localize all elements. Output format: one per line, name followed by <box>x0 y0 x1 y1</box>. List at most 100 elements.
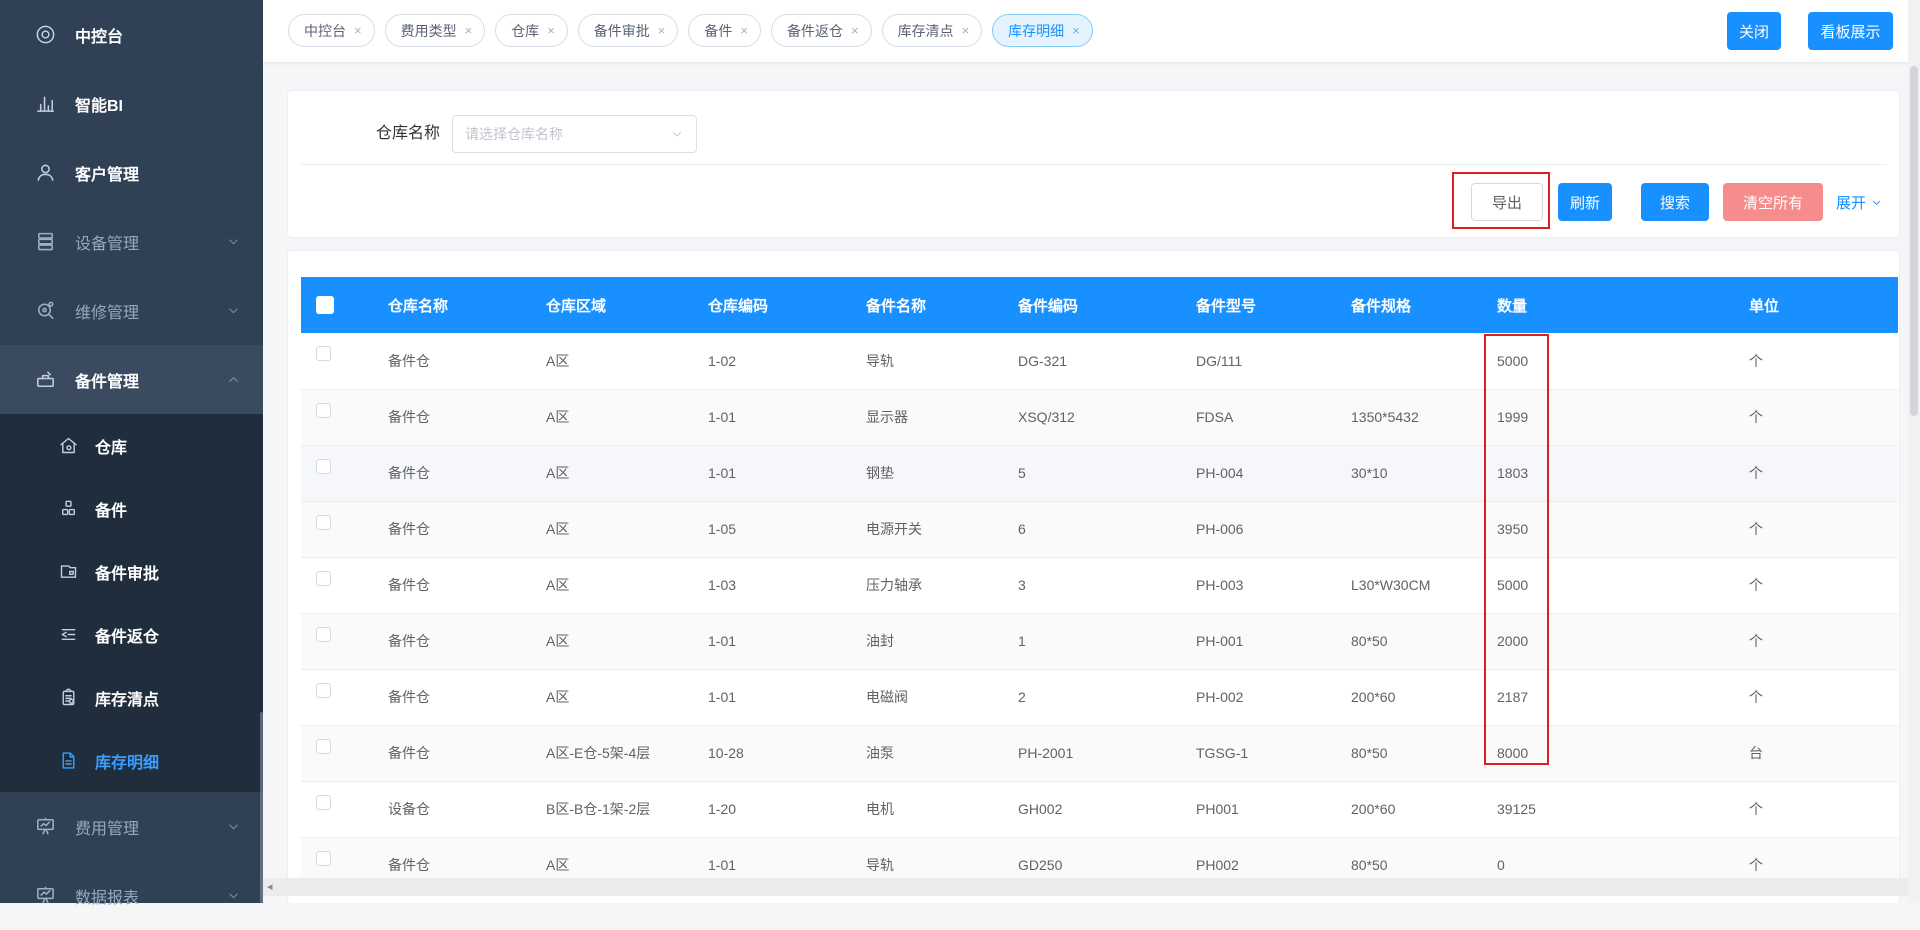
column-header: 备件规格 <box>1336 277 1482 333</box>
horizontal-scrollbar[interactable]: ◂ ▸ <box>263 878 1920 896</box>
tab-close-icon[interactable]: × <box>851 23 859 38</box>
divider <box>300 164 1887 165</box>
sidebar-item-warehouse[interactable]: 仓库 <box>0 414 263 477</box>
table-cell: 1 <box>1003 613 1181 670</box>
warehouse-select[interactable]: 请选择仓库名称 <box>452 115 697 153</box>
tab-warehouse[interactable]: 仓库 × <box>495 14 568 47</box>
tab-close-icon[interactable]: × <box>740 23 748 38</box>
sidebar-scrollbar[interactable] <box>260 712 263 903</box>
column-header: 备件型号 <box>1181 277 1336 333</box>
tab-console[interactable]: 中控台 × <box>288 14 375 47</box>
sidebar-item-stocktake[interactable]: 库存清点 <box>0 666 263 729</box>
sidebar-item-inventory-detail[interactable]: 库存明细 <box>0 729 263 792</box>
sidebar-item-smart-bi[interactable]: 智能BI <box>0 69 263 138</box>
table-cell: 1-05 <box>693 501 851 558</box>
sidebar-item-devices[interactable]: 设备管理 <box>0 207 263 276</box>
table-cell: 5000 <box>1482 333 1734 390</box>
tab-label: 费用类型 <box>400 22 457 39</box>
tab-close-icon[interactable]: × <box>658 23 666 38</box>
table-cell: 备件仓 <box>373 333 531 390</box>
row-checkbox[interactable] <box>316 850 331 866</box>
tab-parts[interactable]: 备件 × <box>688 14 761 47</box>
clear-all-button[interactable]: 清空所有 <box>1723 183 1823 221</box>
refresh-button[interactable]: 刷新 <box>1558 183 1612 221</box>
table-cell: PH-001 <box>1181 613 1336 670</box>
table-cell <box>1336 333 1482 390</box>
sidebar-item-maintenance[interactable]: 维修管理 <box>0 276 263 345</box>
table-cell: FDSA <box>1181 389 1336 446</box>
table-row: 备件仓 A区 1-05 电源开关 6 PH-006 3950 个 <box>301 501 1898 558</box>
table-cell: 6 <box>1003 501 1181 558</box>
table-cell: 个 <box>1734 501 1898 558</box>
search-button[interactable]: 搜索 <box>1641 183 1709 221</box>
row-checkbox[interactable] <box>316 626 331 642</box>
table-cell: 个 <box>1734 557 1898 614</box>
tab-close-icon[interactable]: × <box>547 23 555 38</box>
sidebar-item-expense[interactable]: 费用管理 <box>0 792 263 861</box>
tab-parts-return[interactable]: 备件返仓 × <box>770 14 872 47</box>
row-checkbox[interactable] <box>316 402 331 418</box>
maintenance-icon <box>38 301 54 319</box>
chevron-up-icon <box>229 377 238 382</box>
row-checkbox[interactable] <box>316 570 331 586</box>
tab-stocktake[interactable]: 库存清点 × <box>881 14 983 47</box>
column-header: 备件编码 <box>1003 277 1181 333</box>
table-cell: DG-321 <box>1003 333 1181 390</box>
sidebar-item-parts-return[interactable]: 备件返仓 <box>0 603 263 666</box>
approval-icon <box>60 565 77 578</box>
sidebar-item-parts-approval[interactable]: 备件审批 <box>0 540 263 603</box>
board-display-button[interactable]: 看板展示 <box>1808 12 1893 50</box>
vertical-scrollbar-thumb[interactable] <box>1910 66 1918 416</box>
table-cell: 200*60 <box>1336 669 1482 726</box>
tab-close-icon[interactable]: × <box>962 23 970 38</box>
expense-icon <box>37 817 54 835</box>
tab-expense-type[interactable]: 费用类型 × <box>384 14 486 47</box>
sidebar-item-console[interactable]: 中控台 <box>0 0 263 69</box>
table-cell: 1-01 <box>693 669 851 726</box>
chevron-down-icon <box>1872 200 1881 205</box>
tab-close-icon[interactable]: × <box>465 23 473 38</box>
row-checkbox[interactable] <box>316 682 331 698</box>
table-cell: 80*50 <box>1336 613 1482 670</box>
expand-link[interactable]: 展开 <box>1836 183 1883 221</box>
close-button[interactable]: 关闭 <box>1727 12 1781 50</box>
table-cell: 5 <box>1003 445 1181 502</box>
table-cell: 显示器 <box>851 389 1003 446</box>
row-checkbox[interactable] <box>316 346 331 362</box>
scroll-left-icon[interactable]: ◂ <box>267 881 273 893</box>
tab-close-icon[interactable]: × <box>1072 23 1080 38</box>
tab-close-icon[interactable]: × <box>354 23 362 38</box>
table-cell: A区 <box>531 501 693 558</box>
table-cell: 备件仓 <box>373 445 531 502</box>
tab-parts-approval[interactable]: 备件审批 × <box>577 14 679 47</box>
export-button[interactable]: 导出 <box>1471 183 1543 221</box>
select-all-checkbox[interactable] <box>316 296 334 314</box>
row-checkbox[interactable] <box>316 458 331 474</box>
table-row: 备件仓 A区-E仓-5架-4层 10-28 油泵 PH-2001 TGSG-1 80*50 8… <box>301 725 1898 782</box>
sidebar-item-customers[interactable]: 客户管理 <box>0 138 263 207</box>
sidebar-item-reports[interactable]: 数据报表 <box>0 861 263 930</box>
table-cell: A区 <box>531 445 693 502</box>
table-cell: 设备仓 <box>373 781 531 838</box>
table-cell: 2 <box>1003 669 1181 726</box>
row-checkbox[interactable] <box>316 514 331 530</box>
table-cell: PH-003 <box>1181 557 1336 614</box>
chevron-down-icon <box>673 132 681 137</box>
inventory-detail-icon <box>62 752 75 769</box>
sidebar-item-parts[interactable]: 备件 <box>0 477 263 540</box>
customers-icon <box>37 164 54 181</box>
table-cell: 2000 <box>1482 613 1734 670</box>
sidebar-menu: 中控台 智能BI 客户管理 设备管理 维修管理 备件管理 仓库 备件备件审批备件返仓 库存清点库… <box>0 0 263 930</box>
tab-inventory-detail[interactable]: 库存明细 × <box>992 14 1093 47</box>
table-row: 备件仓 A区 1-02 导轨 DG-321 DG/111 5000 个 <box>301 333 1898 390</box>
sidebar-item-label: 库存明细 <box>95 754 160 772</box>
table-row: 备件仓 A区 1-03 压力轴承 3 PH-003 L30*W30CM 5000 个 <box>301 557 1898 614</box>
vertical-scrollbar[interactable] <box>1908 0 1920 903</box>
table-cell: 80*50 <box>1336 725 1482 782</box>
sidebar-item-label: 备件审批 <box>95 565 160 583</box>
sidebar-item-spare-parts[interactable]: 备件管理 <box>0 345 263 414</box>
report-icon <box>37 886 54 904</box>
row-checkbox[interactable] <box>316 794 331 810</box>
row-checkbox[interactable] <box>316 738 331 754</box>
table-cell: 8000 <box>1482 725 1734 782</box>
